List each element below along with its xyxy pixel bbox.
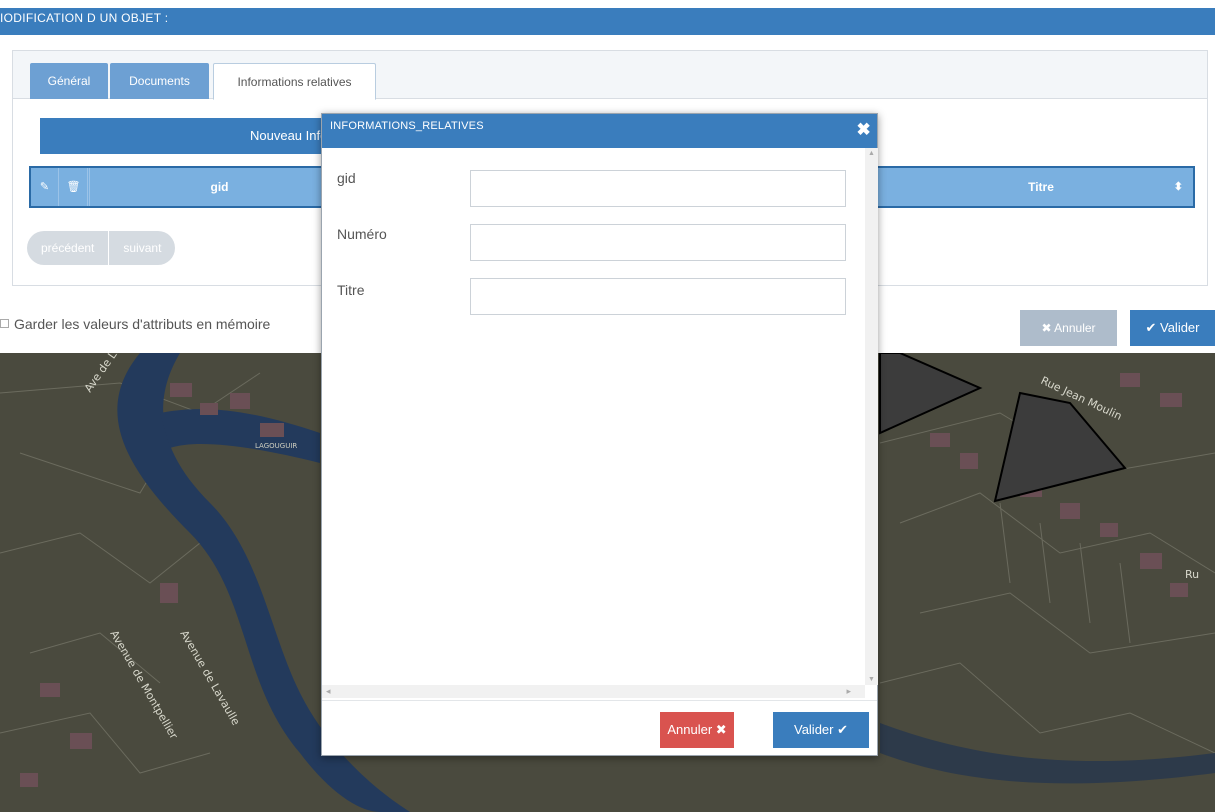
horizontal-scrollbar[interactable]: ◂ ▸ — [322, 685, 865, 698]
field-label-titre: Titre — [337, 282, 365, 298]
dialog-header: INFORMATIONS_RELATIVES ✖ — [322, 114, 877, 148]
tab-general[interactable]: Général — [30, 63, 108, 99]
page-title: IODIFICATION D UN OBJET : — [0, 11, 169, 25]
scroll-left-icon[interactable]: ◂ — [326, 685, 331, 698]
keep-values-checkbox[interactable] — [0, 319, 9, 328]
vertical-scrollbar[interactable]: ▲ ▼ — [865, 148, 878, 685]
field-label-numero: Numéro — [337, 226, 387, 242]
tab-documents[interactable]: Documents — [110, 63, 209, 99]
map-label-avenue: Ave de Lo — [82, 353, 124, 395]
dialog-validate-button[interactable]: Valider ✔ — [773, 712, 869, 748]
next-page-button[interactable]: suivant — [109, 231, 176, 265]
field-label-gid: gid — [337, 170, 356, 186]
gid-input[interactable] — [470, 170, 846, 207]
map-label-place: LAGOUGUIR — [255, 442, 297, 450]
map-label-edge: Ru — [1185, 568, 1199, 581]
delete-icon[interactable]: 🗑 — [60, 168, 88, 206]
column-header-gid[interactable]: gid — [89, 168, 349, 206]
dialog-cancel-button[interactable]: Annuler ✖ — [660, 712, 734, 748]
new-information-button[interactable]: Nouveau Inforr — [40, 118, 362, 154]
map-label-avenue-lavaulle: Avenue de Lavaulle — [177, 628, 242, 728]
edit-icon[interactable]: ✎ — [31, 168, 59, 206]
previous-page-button[interactable]: précédent — [27, 231, 110, 265]
column-header-titre-label: Titre — [1028, 180, 1054, 194]
titre-input[interactable] — [470, 278, 846, 315]
tab-informations-relatives[interactable]: Informations relatives — [213, 63, 376, 100]
page-header: IODIFICATION D UN OBJET : — [0, 8, 1215, 35]
close-icon[interactable]: ✖ — [857, 120, 871, 140]
scroll-down-icon[interactable]: ▼ — [865, 676, 878, 683]
numero-input[interactable] — [470, 224, 846, 261]
dialog-footer: Annuler ✖ Valider ✔ — [322, 700, 877, 756]
dialog-title: INFORMATIONS_RELATIVES — [330, 120, 484, 132]
pager: précédent suivant — [27, 231, 176, 265]
dialog-body: gid Numéro Titre — [322, 148, 865, 685]
keep-values-label: Garder les valeurs d'attributs en mémoir… — [14, 316, 271, 332]
cancel-button[interactable]: ✖ Annuler — [1020, 310, 1117, 346]
validate-button[interactable]: ✔ Valider — [1130, 310, 1215, 346]
keep-values-row: Garder les valeurs d'attributs en mémoir… — [0, 316, 270, 342]
scroll-right-icon[interactable]: ▸ — [846, 685, 851, 698]
tabs-bar: Général Documents Informations relatives — [13, 51, 1207, 100]
column-header-titre[interactable]: Titre ⬍ — [891, 168, 1191, 206]
sort-icon[interactable]: ⬍ — [1174, 168, 1183, 206]
scroll-up-icon[interactable]: ▲ — [865, 150, 878, 157]
informations-relatives-dialog: INFORMATIONS_RELATIVES ✖ gid Numéro Titr… — [321, 113, 878, 756]
map-label-avenue-montpellier: Avenue de Montpellier — [107, 628, 180, 742]
